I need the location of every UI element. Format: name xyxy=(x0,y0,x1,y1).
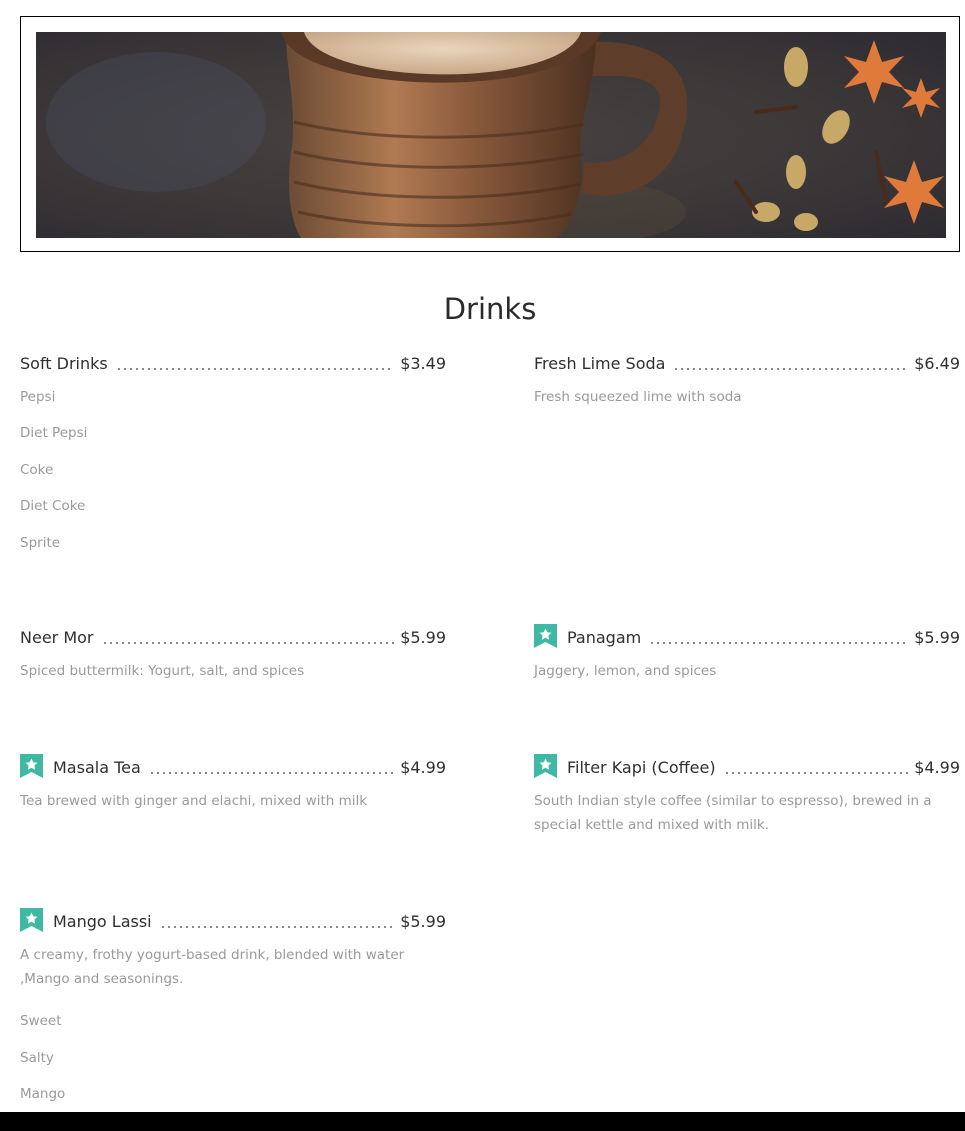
item-option: Salty xyxy=(20,1050,54,1066)
item-price: $6.49 xyxy=(914,354,960,373)
item-name: Fresh Lime Soda xyxy=(534,354,666,373)
menu-item-neer-mor: Neer Mor $5.99 xyxy=(20,622,446,648)
item-name: Neer Mor xyxy=(20,628,94,647)
menu-item-fresh-lime-soda: Fresh Lime Soda $6.49 xyxy=(534,348,960,374)
item-description: Fresh squeezed lime with soda xyxy=(534,389,742,405)
dotted-leader xyxy=(115,368,395,370)
item-price: $5.99 xyxy=(400,628,446,647)
section-title: Drinks xyxy=(443,292,537,326)
dotted-leader xyxy=(101,642,395,644)
item-price: $5.99 xyxy=(400,912,446,931)
item-price: $4.99 xyxy=(400,758,446,777)
item-option: Coke xyxy=(20,462,54,478)
item-name: Panagam xyxy=(567,628,642,647)
item-option: Sweet xyxy=(20,1013,62,1029)
dotted-leader xyxy=(723,772,909,774)
item-price: $5.99 xyxy=(914,628,960,647)
item-price: $4.99 xyxy=(914,758,960,777)
footer-bar xyxy=(0,1112,965,1131)
item-name: Masala Tea xyxy=(53,758,141,777)
item-description: South Indian style coffee (similar to es… xyxy=(534,793,932,833)
menu-item-masala-tea: Masala Tea $4.99 xyxy=(20,752,446,778)
dotted-leader xyxy=(649,642,909,644)
menu-item-panagam: Panagam $5.99 xyxy=(534,622,960,648)
item-option: Sprite xyxy=(20,535,61,551)
menu-item-soft-drinks: Soft Drinks $3.49 xyxy=(20,348,446,374)
menu-item-mango-lassi: Mango Lassi $5.99 xyxy=(20,906,446,932)
item-price: $3.49 xyxy=(400,354,446,373)
item-option: Diet Coke xyxy=(20,498,86,514)
item-description: A creamy, frothy yogurt-based drink, ble… xyxy=(20,947,405,987)
item-option: Mango xyxy=(20,1086,66,1102)
item-option: Pepsi xyxy=(20,389,56,405)
item-description: Spiced buttermilk: Yogurt, salt, and spi… xyxy=(20,663,305,679)
chai-photo-icon xyxy=(36,32,946,238)
item-description: Tea brewed with ginger and elachi, mixed… xyxy=(20,793,368,809)
star-ribbon-icon xyxy=(534,754,557,778)
dotted-leader xyxy=(148,772,395,774)
star-ribbon-icon xyxy=(20,908,43,932)
star-ribbon-icon xyxy=(534,624,557,648)
hero-banner xyxy=(20,16,960,252)
hero-image xyxy=(36,32,946,238)
dotted-leader xyxy=(673,368,909,370)
item-description: Jaggery, lemon, and spices xyxy=(534,663,717,679)
item-name: Soft Drinks xyxy=(20,354,108,373)
item-option: Diet Pepsi xyxy=(20,425,88,441)
dotted-leader xyxy=(159,926,395,928)
star-ribbon-icon xyxy=(20,754,43,778)
item-name: Mango Lassi xyxy=(53,912,152,931)
menu-item-filter-kapi: Filter Kapi (Coffee) $4.99 xyxy=(534,752,960,778)
item-name: Filter Kapi (Coffee) xyxy=(567,758,716,777)
